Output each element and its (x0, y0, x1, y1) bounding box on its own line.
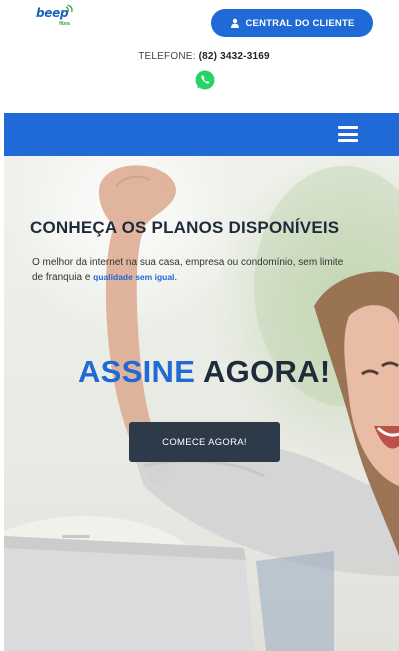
hero-description: O melhor da internet na sua casa, empres… (32, 256, 352, 285)
signal-waves-icon (66, 4, 73, 13)
hamburger-menu-icon[interactable] (338, 126, 358, 142)
main-navbar (4, 113, 399, 156)
logo-subtext: fibra (59, 21, 70, 27)
cta-heading: ASSINE AGORA! (78, 354, 398, 390)
cta-word-assine: ASSINE (78, 354, 196, 389)
site-header: beep fibra CENTRAL DO CLIENTE TELEFONE: … (0, 0, 399, 113)
user-icon (230, 18, 239, 28)
whatsapp-icon[interactable] (194, 69, 216, 91)
phone-info: TELEFONE: (82) 3432-3169 (0, 51, 399, 62)
customer-center-label: CENTRAL DO CLIENTE (245, 17, 355, 29)
phone-label: TELEFONE: (138, 51, 196, 62)
logo-text: beep (36, 6, 69, 20)
start-now-label: COMECE AGORA! (162, 436, 247, 448)
hero-text-highlight: qualidade sem igual (93, 272, 175, 282)
phone-number[interactable]: (82) 3432-3169 (199, 51, 270, 62)
hero-banner: CONHEÇA OS PLANOS DISPONÍVEIS O melhor d… (4, 156, 399, 651)
hero-text-end: . (174, 272, 178, 283)
beep-logo[interactable]: beep fibra (36, 4, 76, 28)
cta-word-agora: AGORA! (202, 354, 331, 389)
start-now-button[interactable]: COMECE AGORA! (129, 422, 280, 462)
hero-text-main: O melhor da internet na sua casa, empres… (32, 257, 344, 283)
customer-center-button[interactable]: CENTRAL DO CLIENTE (211, 9, 373, 37)
hero-title: CONHEÇA OS PLANOS DISPONÍVEIS (30, 218, 340, 237)
